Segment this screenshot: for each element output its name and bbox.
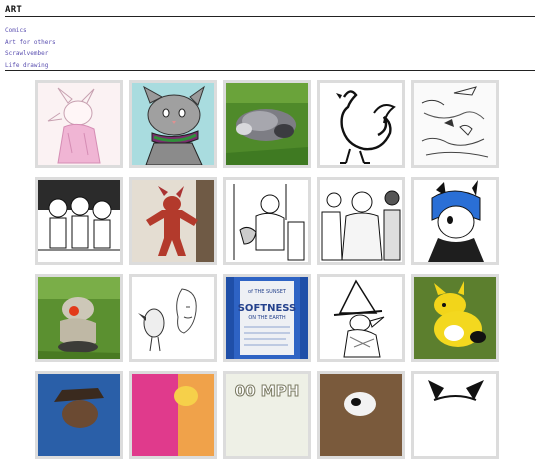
gallery-thumbnail[interactable]: [317, 371, 405, 459]
gallery-thumbnail[interactable]: [223, 80, 311, 168]
gallery-thumbnail[interactable]: [223, 177, 311, 265]
category-nav: Comics Art for others Scrawlvember Life …: [5, 17, 535, 70]
speed-sign-photo: 00 MPH: [226, 374, 308, 456]
comic-panel-three-characters: [38, 180, 120, 262]
gray-cat-with-scarf-illustration: [132, 83, 214, 165]
gallery-thumbnail[interactable]: [411, 274, 499, 362]
bird-and-face-sketch: [132, 277, 214, 359]
bottom-divider: [5, 70, 535, 71]
black-white-rooster-drawing: [320, 83, 402, 165]
nav-link-life-drawing[interactable]: Life drawing: [5, 62, 48, 69]
gallery-thumbnail[interactable]: [411, 371, 499, 459]
black-ears-drawing: [414, 374, 496, 456]
comic-shirtless-man-and-cat: [226, 180, 308, 262]
gallery-thumbnail[interactable]: [35, 274, 123, 362]
ceramic-creature-on-grass-photo: [38, 277, 120, 359]
gallery-thumbnail[interactable]: [129, 371, 217, 459]
gallery-thumbnail[interactable]: [411, 177, 499, 265]
speed-sign-text: 00 MPH: [235, 382, 300, 400]
gallery-thumbnail[interactable]: [129, 80, 217, 168]
ball-on-ground-photo: [320, 374, 402, 456]
gallery-thumbnail[interactable]: [129, 177, 217, 265]
gallery-thumbnail[interactable]: [317, 177, 405, 265]
gallery-thumbnail[interactable]: [35, 371, 123, 459]
gallery-thumbnail[interactable]: [35, 80, 123, 168]
gallery-thumbnail[interactable]: 00 MPH: [223, 371, 311, 459]
gallery-thumbnail[interactable]: [317, 80, 405, 168]
gallery-thumbnail[interactable]: of THE SUNSET SOFTNESS ON THE EARTH: [223, 274, 311, 362]
gallery-thumbnail[interactable]: [35, 177, 123, 265]
yellow-plush-toy-on-grass-photo: [414, 277, 496, 359]
pink-sweater-dog-drawing: [38, 83, 120, 165]
witch-hat-character-drawing: [320, 277, 402, 359]
blue-bottle-softness-photo: of THE SUNSET SOFTNESS ON THE EARTH: [226, 277, 308, 359]
pink-and-orange-painting: [132, 374, 214, 456]
page-title: ART: [5, 5, 23, 15]
bottle-text-earth: ON THE EARTH: [248, 315, 286, 321]
ink-sketch-flying-creatures: [414, 83, 496, 165]
page-header: ART Comics Art for others Scrawlvember L…: [5, 4, 535, 71]
gallery-thumbnail[interactable]: [317, 274, 405, 362]
bottle-text-sunset: of THE SUNSET: [248, 289, 287, 295]
gallery-thumbnail[interactable]: [411, 80, 499, 168]
bottle-text-softness: SOFTNESS: [238, 303, 297, 314]
hat-figure-on-blue-photo: [38, 374, 120, 456]
blue-haired-character-drawing: [414, 180, 496, 262]
art-gallery-grid: of THE SUNSET SOFTNESS ON THE EARTH 00 M…: [35, 80, 499, 459]
fluffy-animal-on-grass-photo: [226, 83, 308, 165]
gallery-thumbnail[interactable]: [129, 274, 217, 362]
red-stencil-figure-on-wall-photo: [132, 180, 214, 262]
comic-muscular-figures: [320, 180, 402, 262]
